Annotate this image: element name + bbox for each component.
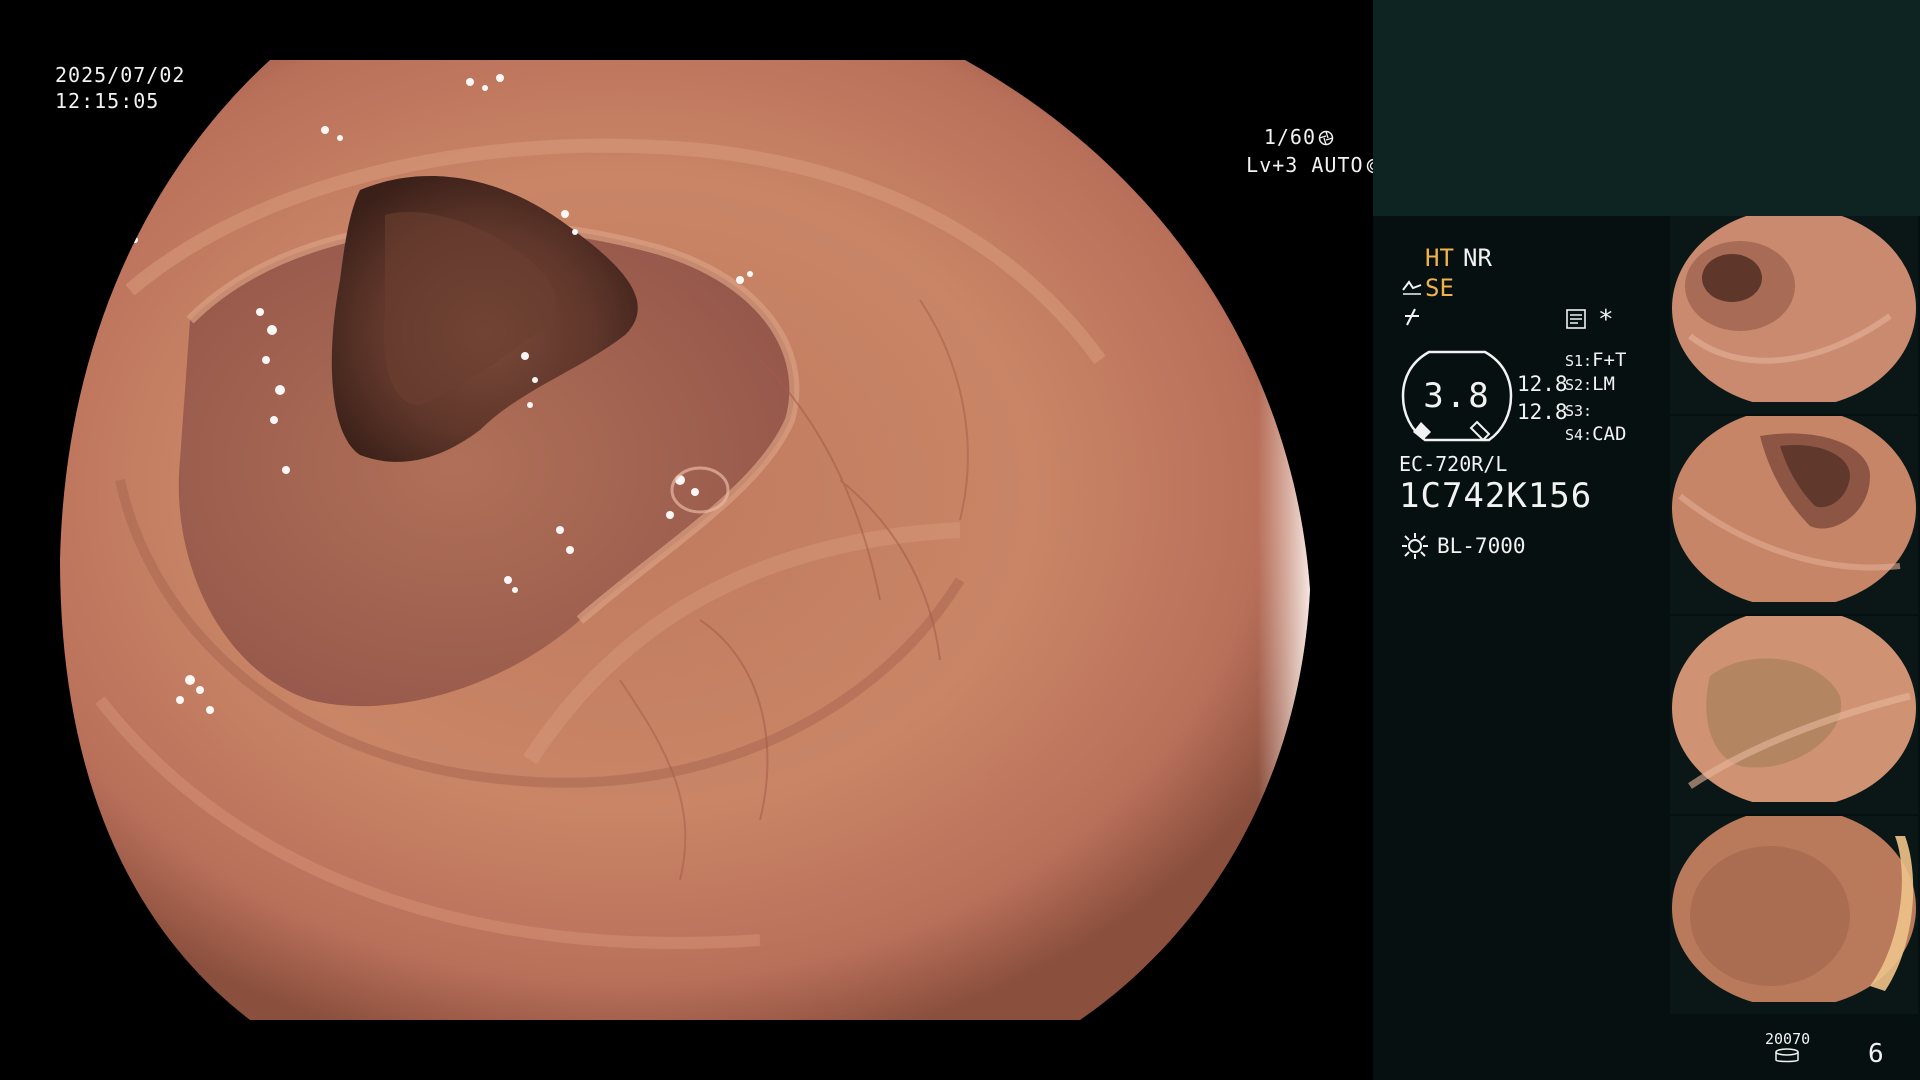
zoom-setting-a: 12.8 xyxy=(1517,372,1568,396)
mode-se-label: SE xyxy=(1425,274,1454,302)
storage-icon xyxy=(1775,1048,1799,1063)
freeze-icon xyxy=(1405,308,1419,326)
thumbnail-image xyxy=(1670,216,1918,414)
panel-header-area xyxy=(1373,0,1920,216)
captured-image-4[interactable] xyxy=(1670,816,1918,1014)
switch-value: F+T xyxy=(1592,349,1627,371)
thumbnail-image xyxy=(1670,816,1918,1014)
captured-image-3[interactable] xyxy=(1670,616,1918,814)
zoom-value: 3.8 xyxy=(1423,376,1491,416)
brightness-readout: Lv+3 AUTO xyxy=(1194,126,1382,204)
scope-switch-2: S2:LM xyxy=(1565,372,1615,397)
scope-switch-4: S4:CAD xyxy=(1565,422,1626,447)
endoscope-live-view xyxy=(60,60,1310,1020)
light-source-model: BL-7000 xyxy=(1437,534,1526,558)
switch-key: S4: xyxy=(1565,426,1593,444)
storage-count: 20070 xyxy=(1765,1030,1811,1048)
image-count: 6 xyxy=(1868,1039,1884,1069)
switch-key: S2: xyxy=(1565,376,1593,394)
captured-image-2[interactable] xyxy=(1670,416,1918,614)
scope-switch-1: S1:F+T xyxy=(1565,348,1626,373)
scope-serial: 1C742K156 xyxy=(1399,476,1593,516)
endoscopy-monitor: 2025/07/02 12:15:05 1/60 Lv+3 AUTO HT NR… xyxy=(0,0,1920,1080)
switch-value: LM xyxy=(1592,373,1615,395)
star-marker: * xyxy=(1598,305,1614,335)
thumbnail-image xyxy=(1670,416,1918,614)
brightness-value: Lv+3 AUTO xyxy=(1246,153,1364,177)
switch-key: S1: xyxy=(1565,352,1593,370)
memo-icon xyxy=(1566,309,1586,329)
scope-model: EC-720R/L xyxy=(1399,452,1508,476)
scope-switch-3: S3: xyxy=(1565,398,1592,423)
colon-lumen-image xyxy=(60,60,1310,1020)
light-source-icon xyxy=(1402,533,1428,559)
scope-angle-icon xyxy=(1402,280,1422,295)
captured-image-1[interactable] xyxy=(1670,216,1918,414)
mode-ht-label: HT xyxy=(1425,244,1454,272)
zoom-setting-b: 12.8 xyxy=(1517,400,1568,424)
switch-value: CAD xyxy=(1592,423,1627,445)
date-readout: 2025/07/02 xyxy=(55,63,186,87)
time-readout: 12:15:05 xyxy=(55,89,160,113)
thumbnail-image xyxy=(1670,616,1918,814)
switch-key: S3: xyxy=(1565,402,1593,420)
mode-nr-label: NR xyxy=(1463,244,1492,272)
